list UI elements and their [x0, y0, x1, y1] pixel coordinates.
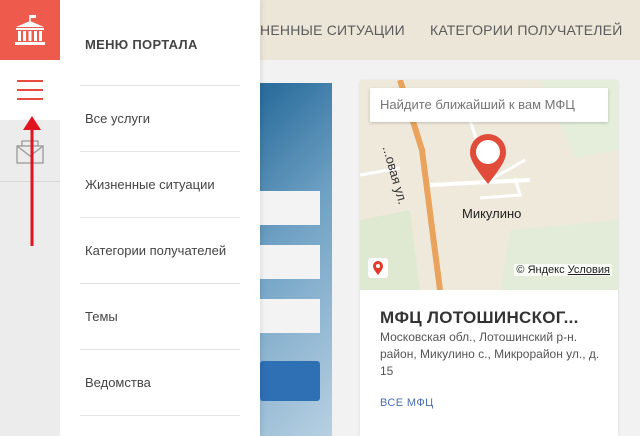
hamburger-menu-icon [17, 80, 43, 82]
map-search-box[interactable] [370, 88, 608, 122]
banner-block [260, 191, 320, 225]
menu-item-agencies[interactable]: Ведомства [85, 375, 151, 390]
mfc-address: Московская обл., Лотошинский р-н. район,… [380, 330, 600, 378]
government-building-icon [15, 15, 45, 45]
menu-divider [80, 283, 240, 284]
menu-item-recipient-categories[interactable]: Категории получателей [85, 243, 226, 258]
banner-button[interactable] [260, 361, 320, 401]
annotation-arrow-icon [23, 116, 41, 246]
menu-divider [80, 85, 240, 86]
map-search-input[interactable] [380, 97, 598, 112]
hamburger-menu-button[interactable] [0, 60, 60, 120]
yandex-map[interactable]: ...овая ул. Микулино © Яндекс Условия [360, 80, 618, 290]
topnav-recipient-categories[interactable]: КАТЕГОРИИ ПОЛУЧАТЕЛЕЙ [430, 22, 622, 38]
banner-block [260, 299, 320, 333]
menu-divider [80, 151, 240, 152]
hamburger-menu-icon [17, 98, 43, 100]
portal-menu: МЕНЮ ПОРТАЛА Все услуги Жизненные ситуац… [60, 0, 260, 436]
yandex-logo-icon[interactable] [368, 258, 388, 278]
menu-title: МЕНЮ ПОРТАЛА [85, 37, 198, 52]
banner-block [260, 245, 320, 279]
village-label: Микулино [462, 206, 522, 221]
menu-divider [80, 415, 240, 416]
logo-button[interactable] [0, 0, 60, 60]
menu-item-topics[interactable]: Темы [85, 309, 118, 324]
all-mfc-link[interactable]: ВСЕ МФЦ [380, 397, 434, 409]
mfc-card: ...овая ул. Микулино © Яндекс Условия МФ… [360, 80, 618, 436]
hamburger-menu-icon [17, 89, 43, 91]
menu-divider [80, 349, 240, 350]
terms-link[interactable]: Условия [568, 264, 610, 276]
menu-item-life-situations[interactable]: Жизненные ситуации [85, 177, 215, 192]
copyright-text: © Яндекс [516, 264, 565, 276]
menu-divider [80, 217, 240, 218]
map-copyright: © Яндекс Условия [514, 264, 612, 276]
mfc-title[interactable]: МФЦ ЛОТОШИНСКОГ... [380, 308, 579, 328]
menu-item-all-services[interactable]: Все услуги [85, 111, 150, 126]
